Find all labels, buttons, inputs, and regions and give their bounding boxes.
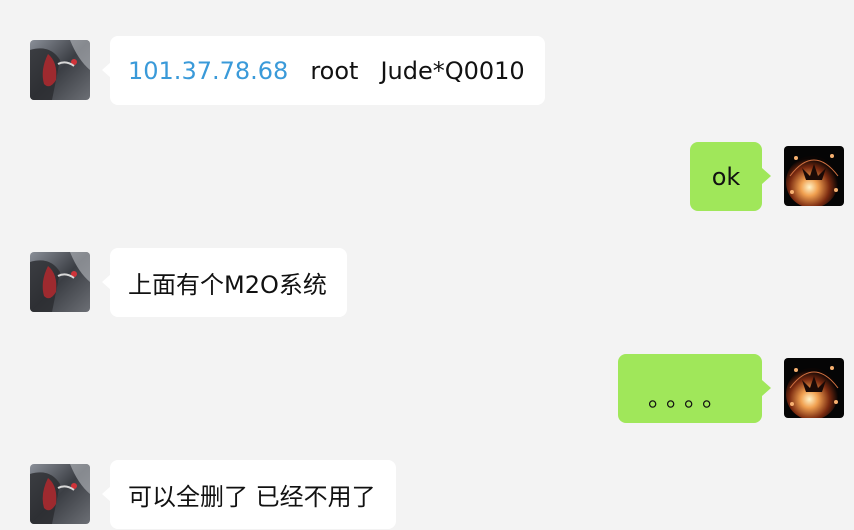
- message-row: ok: [0, 142, 854, 211]
- self-avatar-icon[interactable]: [784, 358, 844, 418]
- message-bubble[interactable]: 上面有个M2O系统: [102, 248, 347, 317]
- message-bubble[interactable]: 可以全删了 已经不用了: [102, 460, 396, 529]
- ip-address-link[interactable]: 101.37.78.68: [128, 57, 288, 85]
- contact-avatar-icon[interactable]: [30, 464, 90, 524]
- self-avatar-icon[interactable]: [784, 146, 844, 206]
- message-bubble[interactable]: 101.37.78.68 root Jude*Q0010: [102, 36, 545, 105]
- message-row: 101.37.78.68 root Jude*Q0010: [0, 36, 854, 105]
- message-row: 可以全删了 已经不用了: [0, 460, 854, 529]
- contact-avatar-icon[interactable]: [30, 252, 90, 312]
- message-bubble[interactable]: ok: [690, 142, 771, 211]
- contact-avatar-icon[interactable]: [30, 40, 90, 100]
- message-bubble[interactable]: 。。。。: [618, 354, 771, 423]
- message-text: 可以全删了 已经不用了: [128, 483, 376, 511]
- username-text: root: [310, 56, 359, 85]
- message-row: 。。。。: [0, 354, 854, 423]
- message-text: 。。。。: [648, 384, 732, 412]
- message-text: 上面有个M2O系统: [128, 271, 327, 299]
- password-text: Jude*Q0010: [380, 56, 525, 85]
- message-text: ok: [711, 162, 741, 191]
- message-row: 上面有个M2O系统: [0, 248, 854, 317]
